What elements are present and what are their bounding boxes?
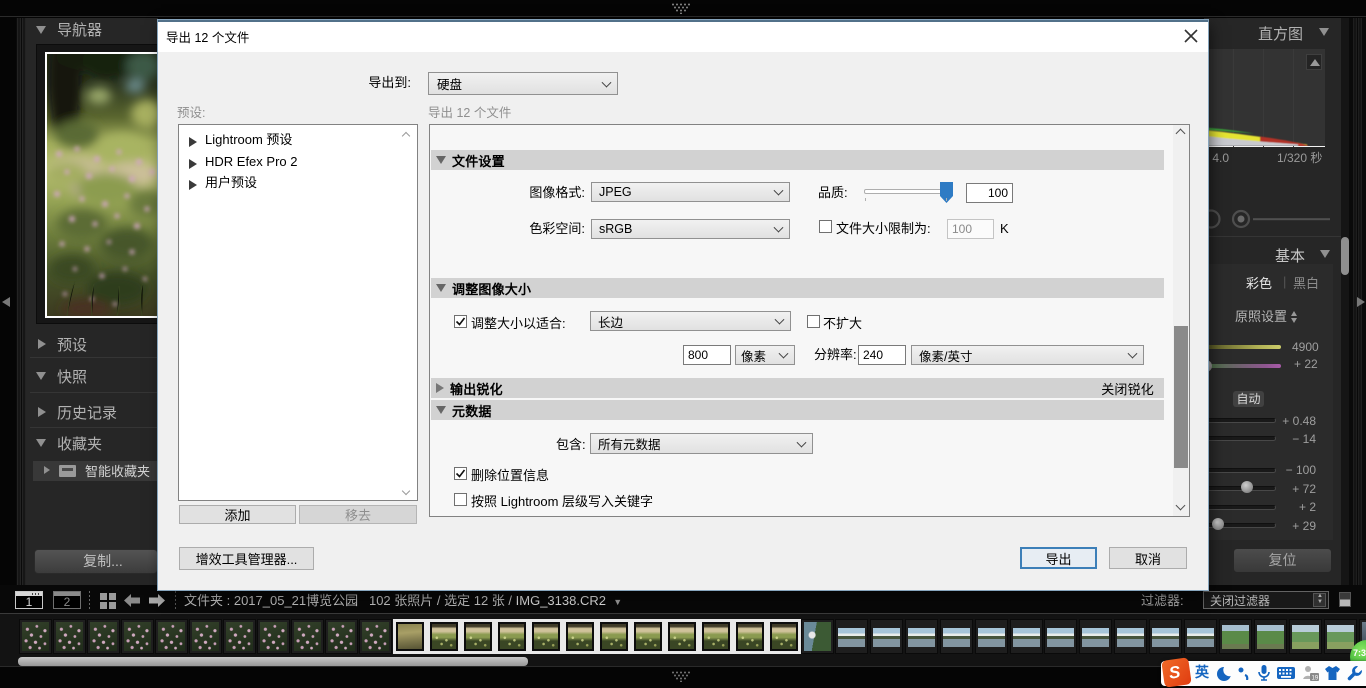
svg-text:19: 19 — [1312, 676, 1319, 682]
